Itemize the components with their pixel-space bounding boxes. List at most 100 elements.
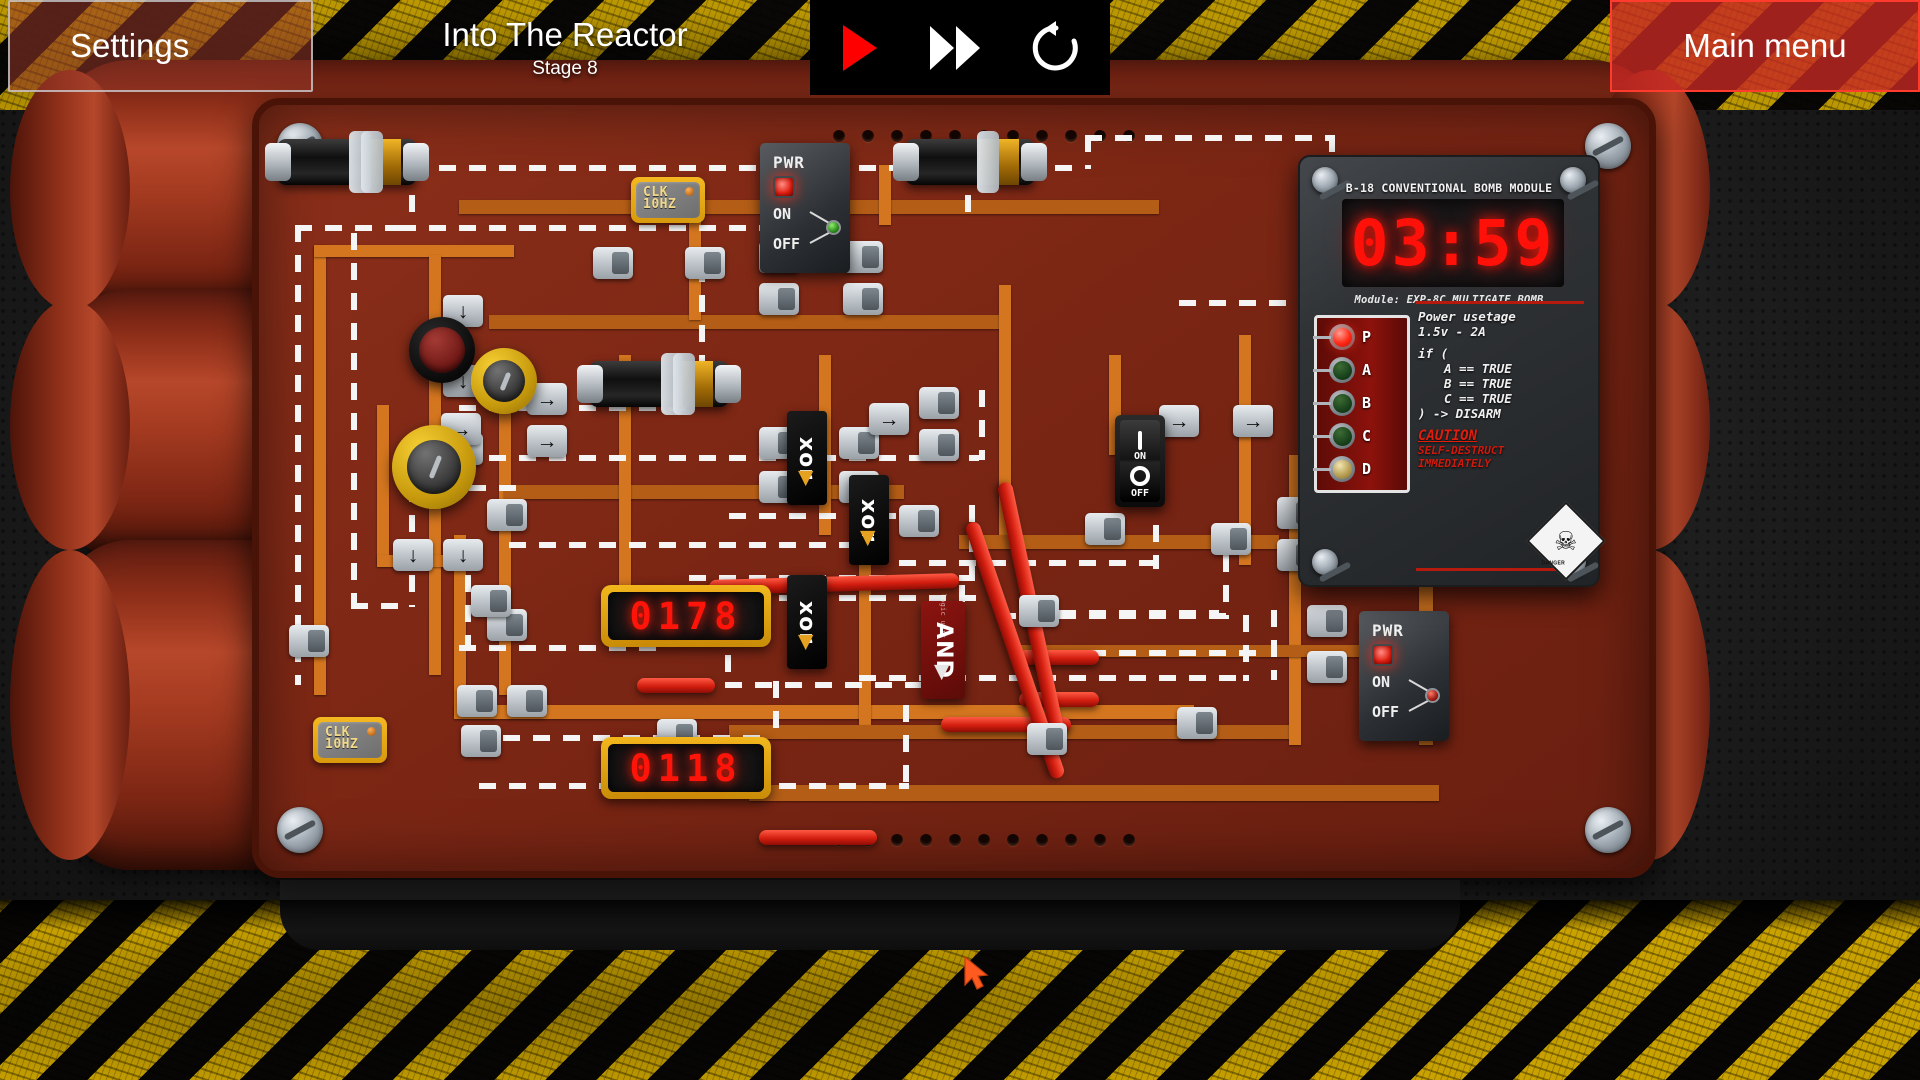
connector-pad[interactable]: [289, 625, 329, 657]
restart-button[interactable]: [1029, 20, 1083, 75]
connector-pad[interactable]: [1307, 605, 1347, 637]
top-bar: Settings Into The Reactor Stage 8 Main m…: [0, 0, 1920, 95]
instruction-disarm: ) -> DISARM: [1418, 406, 1501, 421]
instruction-power-title: Power usetage: [1418, 309, 1516, 324]
rocker-on-bar-icon: [1138, 431, 1142, 450]
connector-pad[interactable]: [685, 247, 725, 279]
rocker-off-label: OFF: [1130, 488, 1150, 499]
connector-pad[interactable]: [471, 585, 511, 617]
main-menu-button[interactable]: Main menu: [1610, 0, 1920, 92]
xor-gate-1[interactable]: xor ▶: [787, 411, 827, 505]
connector-pad[interactable]: [919, 429, 959, 461]
jumper-wire-5[interactable]: [759, 830, 877, 845]
connector-pad[interactable]: [843, 283, 883, 315]
pad-arrow-down[interactable]: ↓: [393, 539, 433, 571]
stage-title-plate: Into The Reactor Stage 8: [310, 0, 820, 95]
seven-segment-display-lower[interactable]: 0118: [601, 737, 771, 799]
and-gate-1[interactable]: AND logic unit ▶: [921, 593, 965, 699]
led-bulb-p: [1329, 324, 1355, 350]
led-row-b: B: [1313, 390, 1371, 416]
gate-symbol-icon: ▶: [931, 664, 954, 681]
restart-icon: [1032, 20, 1078, 70]
chip-indicator-dot: [367, 727, 376, 736]
connector-pad[interactable]: [457, 685, 497, 717]
power-led-icon: [1372, 644, 1394, 666]
power-switch-upper[interactable]: PWR ON OFF: [760, 143, 850, 273]
xor-gate-2[interactable]: xor ▶: [849, 475, 889, 565]
power-switch-title: PWR: [1372, 621, 1404, 640]
rocker-switch[interactable]: ON OFF: [1115, 415, 1165, 507]
connector-pad[interactable]: [1027, 723, 1067, 755]
led-label-d: D: [1362, 460, 1372, 478]
play-button[interactable]: [837, 23, 881, 73]
board-screw-bl: [277, 807, 323, 853]
power-switch-lower[interactable]: PWR ON OFF: [1359, 611, 1449, 741]
capacitor-top-right: [893, 131, 1047, 193]
pad-arrow-right[interactable]: →: [1159, 405, 1199, 437]
connector-pad[interactable]: [507, 685, 547, 717]
connector-pad[interactable]: [1307, 651, 1347, 683]
power-led-icon: [773, 176, 795, 198]
pad-arrow-right[interactable]: →: [1233, 405, 1273, 437]
jumper-wire-3[interactable]: [637, 678, 715, 693]
capacitor-top-left: [265, 131, 429, 193]
clock-chip-label-line2: 10HZ: [325, 737, 359, 752]
led-row-c: C: [1313, 423, 1372, 449]
potentiometer-yellow-mid[interactable]: [471, 348, 537, 414]
module-subtitle: Module: EXP-8C MULTIGATE BOMB: [1354, 294, 1544, 306]
power-switch-title: PWR: [773, 153, 805, 172]
power-switch-knob[interactable]: [826, 220, 841, 235]
connector-pad[interactable]: [1085, 513, 1125, 545]
settings-button[interactable]: Settings: [8, 0, 313, 92]
caution-title: CAUTION: [1418, 428, 1478, 444]
led-row-a: A: [1313, 357, 1372, 383]
pad-arrow-right[interactable]: →: [527, 425, 567, 457]
connector-pad[interactable]: [1211, 523, 1251, 555]
led-bulb-d: [1329, 456, 1355, 482]
pad-arrow-down[interactable]: ↓: [443, 539, 483, 571]
display-value: 0178: [629, 594, 743, 638]
clock-chip-upper[interactable]: CLK 10HZ: [631, 177, 705, 223]
connector-pad[interactable]: [1177, 707, 1217, 739]
power-switch-off-label: OFF: [1372, 703, 1400, 721]
push-button-cap: [419, 327, 465, 373]
connector-pad[interactable]: [899, 505, 939, 537]
seven-segment-display-upper[interactable]: 0178: [601, 585, 771, 647]
rocker-off-circle-icon: [1130, 466, 1150, 486]
red-push-button[interactable]: [409, 317, 475, 383]
fast-forward-button[interactable]: [927, 23, 983, 73]
display-value: 0118: [629, 746, 743, 790]
connector-pad[interactable]: [759, 283, 799, 315]
power-switch-off-label: OFF: [773, 235, 801, 253]
gate-sublabel: logic unit: [939, 593, 947, 639]
connector-pad[interactable]: [919, 387, 959, 419]
bomb-module-panel: B-18 CONVENTIONAL BOMB MODULE 03:59 Modu…: [1298, 155, 1606, 587]
instruction-if-open: if (: [1418, 346, 1449, 361]
stage-label: Stage 8: [532, 57, 598, 79]
vent-holes-bottom: [833, 834, 1135, 846]
instruction-cond-c: C == TRUE: [1444, 391, 1512, 406]
power-switch-knob[interactable]: [1425, 688, 1440, 703]
instruction-cond-a: A == TRUE: [1444, 361, 1512, 376]
gate-symbol-icon: ▶: [857, 530, 880, 547]
capacitor-middle: [577, 353, 741, 415]
instruction-power-value: 1.5v - 2A: [1418, 324, 1486, 339]
gate-symbol-icon: ▶: [795, 634, 818, 651]
clock-chip-lower[interactable]: CLK 10HZ: [313, 717, 387, 763]
module-title: B-18 CONVENTIONAL BOMB MODULE: [1345, 181, 1553, 195]
led-label-a: A: [1362, 361, 1372, 379]
potentiometer-yellow-left[interactable]: [392, 425, 476, 509]
jumper-wire-6[interactable]: [1019, 650, 1099, 665]
hazard-stripe-bottom: [0, 900, 1920, 1080]
power-switch-on-label: ON: [1372, 673, 1391, 691]
board-screw-br: [1585, 807, 1631, 853]
pad-arrow-right[interactable]: →: [869, 403, 909, 435]
connector-pad[interactable]: [461, 725, 501, 757]
xor-gate-3[interactable]: xor ▶: [787, 575, 827, 669]
connector-pad[interactable]: [593, 247, 633, 279]
led-bulb-c: [1329, 423, 1355, 449]
led-label-c: C: [1362, 427, 1372, 445]
caution-line-2: IMMEDIATELY: [1418, 457, 1491, 470]
connector-pad[interactable]: [1019, 595, 1059, 627]
connector-pad[interactable]: [487, 499, 527, 531]
